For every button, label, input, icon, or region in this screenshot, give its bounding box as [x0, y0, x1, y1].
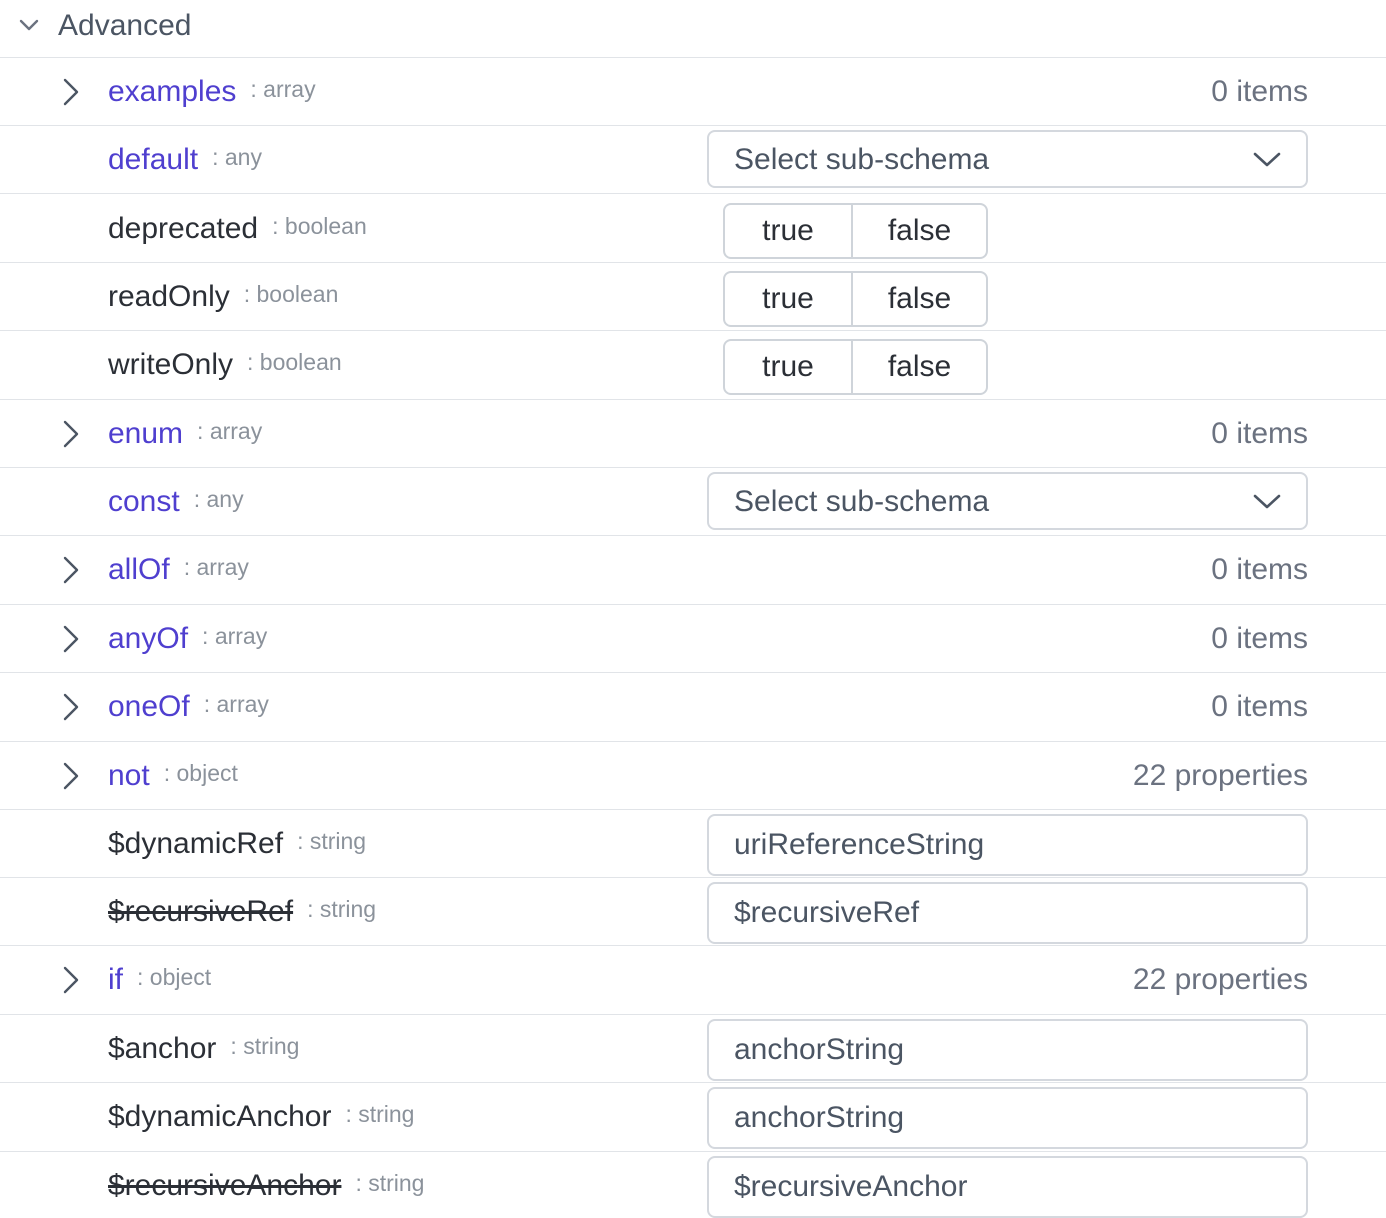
property-name[interactable]: oneOf: array — [108, 689, 269, 726]
property-name: $dynamicRef: string — [108, 827, 367, 860]
chevron-right-icon[interactable] — [56, 77, 86, 107]
property-type: : string — [355, 1170, 425, 1196]
item-count: 0 items — [1211, 622, 1308, 655]
property-row-const: const: any Select sub-schema — [0, 468, 1386, 536]
property-count: 22 properties — [1132, 963, 1308, 996]
property-name: readOnly: boolean — [108, 280, 339, 313]
property-type: : boolean — [272, 213, 367, 239]
false-option[interactable]: false — [853, 273, 986, 325]
property-name[interactable]: default: any — [108, 142, 262, 179]
property-name-deprecated: $recursiveRef: string — [108, 894, 376, 931]
item-count: 0 items — [1211, 417, 1308, 450]
recursiveanchor-input[interactable] — [707, 1156, 1308, 1218]
const-sub-schema-select[interactable]: Select sub-schema — [707, 472, 1308, 530]
property-count: 22 properties — [1132, 759, 1308, 792]
property-name-deprecated: $recursiveAnchor: string — [108, 1168, 424, 1205]
default-sub-schema-select[interactable]: Select sub-schema — [707, 130, 1308, 188]
property-name: $anchor: string — [108, 1032, 300, 1065]
property-row-deprecated: deprecated: boolean true false — [0, 194, 1386, 263]
property-name[interactable]: not: object — [108, 758, 238, 795]
property-row-anyof: anyOf: array 0 items — [0, 605, 1386, 673]
advanced-section-header[interactable]: Advanced — [0, 0, 1386, 58]
false-option[interactable]: false — [853, 205, 986, 257]
property-row-if: if: object 22 properties — [0, 946, 1386, 1015]
item-count: 0 items — [1211, 690, 1308, 723]
property-row-writeonly: writeOnly: boolean true false — [0, 331, 1386, 400]
property-row-enum: enum: array 0 items — [0, 400, 1386, 468]
property-row-recursiveref: $recursiveRef: string — [0, 878, 1386, 946]
property-type: : boolean — [247, 349, 342, 375]
anchor-input[interactable] — [707, 1019, 1308, 1081]
deprecated-toggle: true false — [723, 203, 988, 259]
property-name: deprecated: boolean — [108, 212, 367, 245]
property-row-examples: examples: array 0 items — [0, 58, 1386, 126]
section-title: Advanced — [58, 9, 192, 42]
property-name: $dynamicAnchor: string — [108, 1100, 415, 1133]
property-type: : array — [203, 691, 269, 717]
chevron-right-icon[interactable] — [56, 692, 86, 722]
property-type: : string — [307, 896, 377, 922]
select-value: Select sub-schema — [734, 485, 990, 518]
property-type: : string — [345, 1101, 415, 1127]
chevron-right-icon[interactable] — [56, 624, 86, 654]
dynamicref-input[interactable] — [707, 814, 1308, 876]
chevron-right-icon[interactable] — [56, 965, 86, 995]
property-type: : array — [197, 418, 263, 444]
property-type: : any — [212, 144, 262, 170]
property-row-oneof: oneOf: array 0 items — [0, 673, 1386, 742]
chevron-down-icon[interactable] — [16, 12, 42, 38]
select-value: Select sub-schema — [734, 143, 990, 176]
chevron-right-icon[interactable] — [56, 761, 86, 791]
property-name[interactable]: if: object — [108, 962, 211, 999]
true-option[interactable]: true — [725, 273, 853, 325]
true-option[interactable]: true — [725, 341, 853, 393]
true-option[interactable]: true — [725, 205, 853, 257]
property-row-readonly: readOnly: boolean true false — [0, 263, 1386, 331]
property-type: : string — [297, 828, 367, 854]
property-type: : array — [183, 554, 249, 580]
property-row-anchor: $anchor: string — [0, 1015, 1386, 1083]
property-type: : array — [202, 623, 268, 649]
property-row-default: default: any Select sub-schema — [0, 126, 1386, 194]
caret-down-icon — [1252, 146, 1282, 174]
false-option[interactable]: false — [853, 341, 986, 393]
item-count: 0 items — [1211, 553, 1308, 586]
property-type: : string — [230, 1033, 300, 1059]
caret-down-icon — [1252, 488, 1282, 516]
chevron-right-icon[interactable] — [56, 419, 86, 449]
readonly-toggle: true false — [723, 271, 988, 327]
property-name[interactable]: anyOf: array — [108, 621, 267, 658]
property-row-dynamicanchor: $dynamicAnchor: string — [0, 1083, 1386, 1152]
property-type: : boolean — [243, 281, 339, 307]
property-row-dynamicref: $dynamicRef: string — [0, 810, 1386, 878]
property-name[interactable]: allOf: array — [108, 552, 249, 589]
property-type: : any — [193, 486, 244, 512]
property-type: : object — [163, 760, 238, 786]
property-type: : object — [137, 964, 212, 990]
property-row-allof: allOf: array 0 items — [0, 536, 1386, 605]
recursiveref-input[interactable] — [707, 882, 1308, 944]
property-type: : array — [250, 76, 316, 102]
property-name[interactable]: examples: array — [108, 74, 316, 111]
property-row-recursiveanchor: $recursiveAnchor: string — [0, 1152, 1386, 1218]
property-row-not: not: object 22 properties — [0, 742, 1386, 810]
chevron-right-icon[interactable] — [56, 555, 86, 585]
property-name[interactable]: enum: array — [108, 416, 262, 453]
dynamicanchor-input[interactable] — [707, 1087, 1308, 1149]
item-count: 0 items — [1211, 75, 1308, 108]
writeonly-toggle: true false — [723, 339, 988, 395]
property-name: writeOnly: boolean — [108, 348, 342, 381]
property-name[interactable]: const: any — [108, 484, 244, 521]
